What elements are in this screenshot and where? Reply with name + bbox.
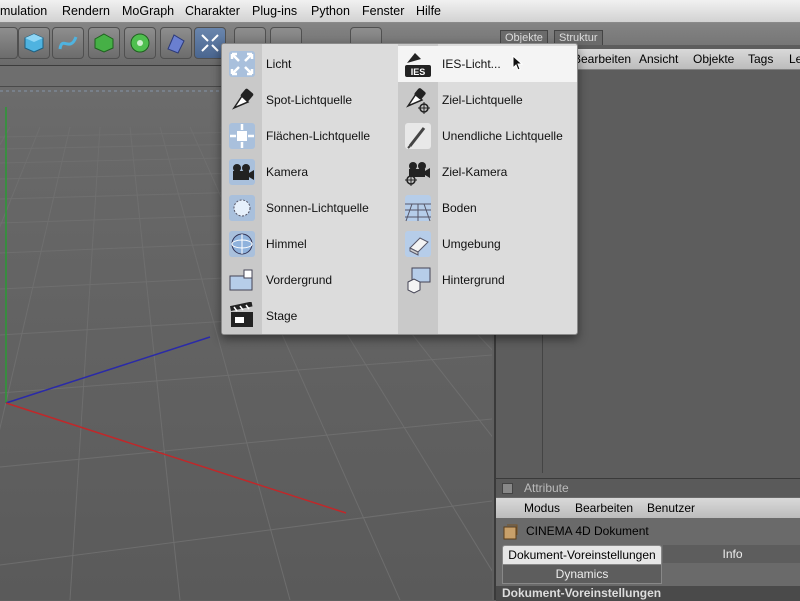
nurbs-icon bbox=[94, 33, 114, 53]
attribute-title: Attribute bbox=[524, 481, 569, 495]
menu-bar: mulation Rendern MoGraph Charakter Plug-… bbox=[0, 0, 800, 23]
menu-item-label: Sonnen-Lichtquelle bbox=[266, 201, 369, 215]
nurbs-button[interactable] bbox=[88, 27, 120, 59]
foreground-icon bbox=[226, 264, 258, 296]
menu-item-kamera[interactable]: Kamera bbox=[222, 154, 398, 190]
menu-attr-bearbeiten[interactable]: Bearbeiten bbox=[575, 501, 633, 515]
undo-button[interactable] bbox=[0, 27, 18, 59]
menu-item-boden[interactable]: Boden bbox=[398, 190, 577, 226]
menu-bearbeiten[interactable]: Bearbeiten bbox=[573, 52, 631, 66]
omni-light-icon bbox=[226, 48, 258, 80]
menu-fenster[interactable]: Fenster bbox=[362, 4, 404, 18]
menu-hilfe[interactable]: Hilfe bbox=[416, 4, 441, 18]
menu-tags[interactable]: Tags bbox=[748, 52, 773, 66]
document-title: CINEMA 4D Dokument bbox=[526, 524, 649, 538]
attribute-header: Attribute bbox=[496, 479, 800, 497]
sun-light-icon bbox=[226, 192, 258, 224]
menu-item-label: Licht bbox=[266, 57, 292, 71]
menu-item-spot-lichtquelle[interactable]: Spot-Lichtquelle bbox=[222, 82, 398, 118]
menu-le[interactable]: Le bbox=[789, 52, 800, 66]
menu-simulation[interactable]: mulation bbox=[0, 4, 47, 18]
menu-objekte[interactable]: Objekte bbox=[693, 52, 734, 66]
menu-item-label: Umgebung bbox=[442, 237, 501, 251]
background-icon bbox=[402, 264, 434, 296]
menu-item-ziel-lichtquelle[interactable]: Ziel-Lichtquelle bbox=[398, 82, 577, 118]
menu-item-label: Himmel bbox=[266, 237, 307, 251]
ies-badge: IES bbox=[411, 67, 426, 77]
menu-item-label: Boden bbox=[442, 201, 477, 215]
attribute-menu: Modus Bearbeiten Benutzer bbox=[496, 498, 800, 518]
menu-item-flaechen-lichtquelle[interactable]: Flächen-Lichtquelle bbox=[222, 118, 398, 154]
menu-item-stage[interactable]: Stage bbox=[222, 298, 398, 334]
menu-item-label: Hintergrund bbox=[442, 273, 505, 287]
spline-button[interactable] bbox=[52, 27, 84, 59]
menu-benutzer[interactable]: Benutzer bbox=[647, 501, 695, 515]
camera-icon bbox=[226, 156, 258, 188]
menu-item-umgebung[interactable]: Umgebung bbox=[398, 226, 577, 262]
menu-ansicht[interactable]: Ansicht bbox=[639, 52, 678, 66]
deformer-button[interactable] bbox=[160, 27, 192, 59]
mouse-cursor-icon bbox=[512, 55, 524, 71]
light-object-menu: Licht Spot-Lichtquelle Flächen-Lichtquel… bbox=[221, 43, 578, 335]
menu-item-hintergrund[interactable]: Hintergrund bbox=[398, 262, 577, 298]
menu-item-label: Unendliche Lichtquelle bbox=[442, 129, 563, 143]
stage-icon bbox=[226, 300, 258, 332]
section-header: Dokument-Voreinstellungen bbox=[496, 586, 800, 601]
deformer-icon bbox=[167, 34, 185, 54]
cube-button[interactable] bbox=[18, 27, 50, 59]
environment-icon bbox=[402, 228, 434, 260]
floor-icon bbox=[402, 192, 434, 224]
menu-item-ziel-kamera[interactable]: Ziel-Kamera bbox=[398, 154, 577, 190]
menu-item-label: Ziel-Lichtquelle bbox=[442, 93, 523, 107]
menu-item-himmel[interactable]: Himmel bbox=[222, 226, 398, 262]
attribute-checkbox[interactable] bbox=[502, 483, 513, 494]
cube-icon bbox=[24, 33, 44, 53]
light-icon bbox=[201, 34, 219, 52]
infinite-light-icon bbox=[402, 120, 434, 152]
menu-item-label: Flächen-Lichtquelle bbox=[266, 129, 371, 143]
spot-light-icon bbox=[226, 84, 258, 116]
menu-item-label: Vordergrund bbox=[266, 273, 333, 287]
menu-item-label: IES-Licht... bbox=[442, 57, 501, 71]
menu-item-label: Stage bbox=[266, 309, 298, 323]
menu-item-label: Ziel-Kamera bbox=[442, 165, 508, 179]
menu-item-label: Kamera bbox=[266, 165, 309, 179]
target-light-icon bbox=[402, 84, 434, 116]
menu-mograph[interactable]: MoGraph bbox=[122, 4, 174, 18]
menu-plugins[interactable]: Plug-ins bbox=[252, 4, 297, 18]
array-button[interactable] bbox=[124, 27, 156, 59]
attribute-manager: Attribute Modus Bearbeiten Benutzer CINE… bbox=[496, 478, 800, 601]
document-row: CINEMA 4D Dokument bbox=[496, 520, 800, 542]
area-light-icon bbox=[226, 120, 258, 152]
target-camera-icon bbox=[402, 156, 434, 188]
menu-python[interactable]: Python bbox=[311, 4, 350, 18]
section-title: Dokument-Voreinstellungen bbox=[502, 586, 662, 600]
menu-item-ies-licht[interactable]: IES IES-Licht... bbox=[398, 46, 577, 82]
tab-info[interactable]: Info bbox=[663, 545, 800, 563]
array-icon bbox=[130, 33, 150, 53]
ies-light-icon: IES bbox=[402, 48, 434, 80]
menu-rendern[interactable]: Rendern bbox=[62, 4, 110, 18]
sky-icon bbox=[226, 228, 258, 260]
spline-icon bbox=[58, 36, 78, 50]
menu-charakter[interactable]: Charakter bbox=[185, 4, 240, 18]
attribute-tabs: Dokument-Voreinstellungen Info Dynamics bbox=[496, 545, 800, 585]
menu-item-label: Spot-Lichtquelle bbox=[266, 93, 353, 107]
menu-item-sonnen-lichtquelle[interactable]: Sonnen-Lichtquelle bbox=[222, 190, 398, 226]
menu-modus[interactable]: Modus bbox=[524, 501, 560, 515]
menu-item-unendliche-lichtquelle[interactable]: Unendliche Lichtquelle bbox=[398, 118, 577, 154]
menu-item-licht[interactable]: Licht bbox=[222, 46, 398, 82]
tab-dynamics[interactable]: Dynamics bbox=[502, 564, 662, 584]
document-icon bbox=[503, 524, 518, 540]
tab-dokument-voreinstellungen[interactable]: Dokument-Voreinstellungen bbox=[502, 545, 662, 565]
menu-item-vordergrund[interactable]: Vordergrund bbox=[222, 262, 398, 298]
